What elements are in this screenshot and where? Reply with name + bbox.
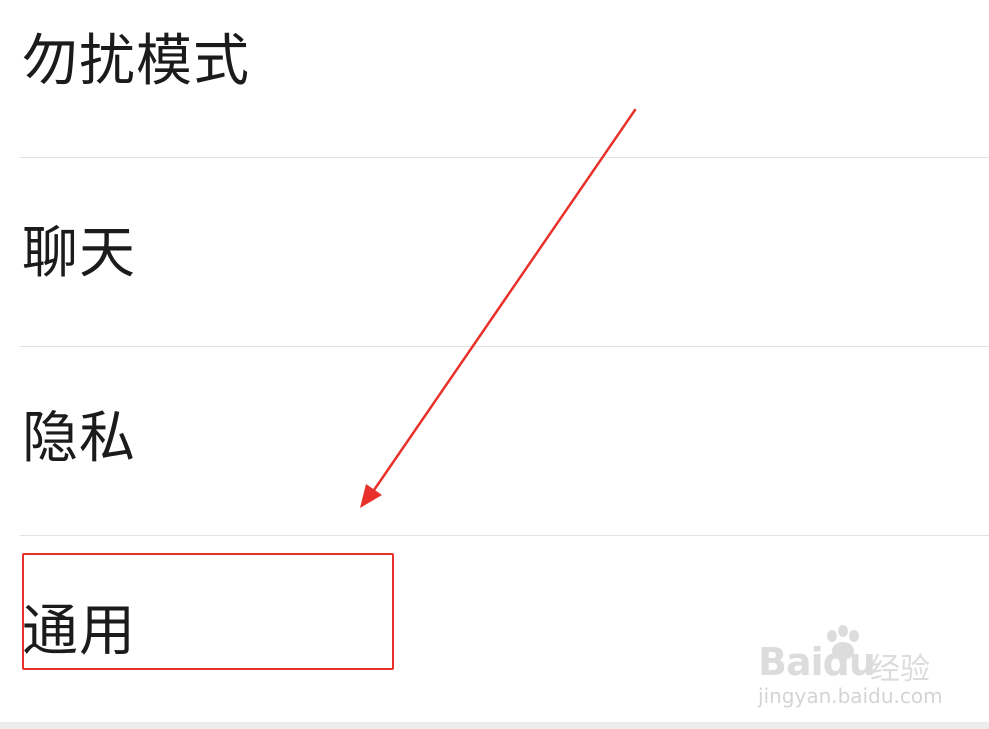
settings-item-label: 聊天 (22, 221, 136, 286)
settings-item-label: 通用 (22, 599, 136, 664)
settings-item-chat[interactable]: 聊天 (0, 158, 989, 346)
settings-item-label: 隐私 (22, 406, 136, 471)
settings-page: 勿扰模式 聊天 隐私 通用 Baidu 经验 jingyan.baidu.com (0, 0, 989, 729)
settings-item-general[interactable]: 通用 (0, 536, 989, 722)
settings-item-label: 勿扰模式 (22, 29, 250, 94)
settings-item-do-not-disturb[interactable]: 勿扰模式 (0, 0, 989, 157)
bottom-strip (0, 722, 989, 729)
settings-item-privacy[interactable]: 隐私 (0, 347, 989, 535)
